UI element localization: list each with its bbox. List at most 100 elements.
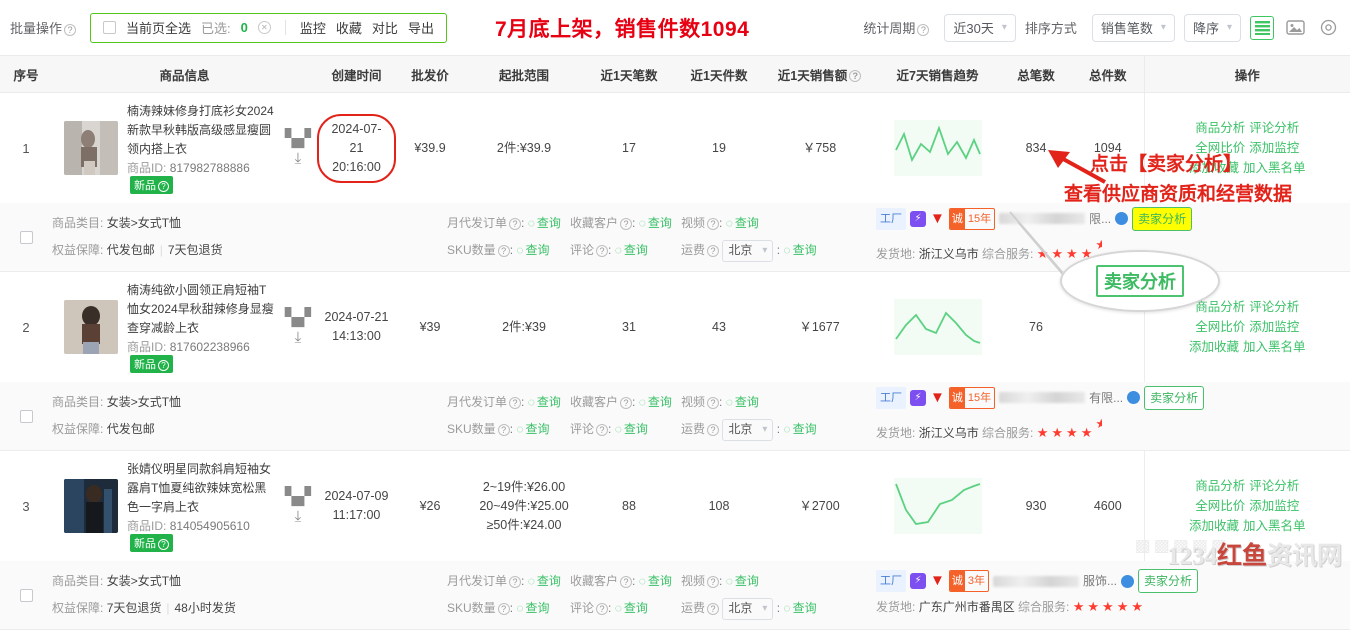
product-title[interactable]: 楠涛纯欲小圆领正肩短袖T恤女2024早秋甜辣修身显瘦查穿减龄上衣 bbox=[127, 281, 276, 338]
qr-download-group[interactable]: ▚▞ ⤓ bbox=[285, 488, 311, 525]
query-video[interactable]: ◌ 查询 bbox=[726, 395, 759, 409]
query-sku-count[interactable]: ◌ 查询 bbox=[516, 422, 549, 436]
col-total-orders: 总笔数 bbox=[1000, 55, 1072, 93]
download-icon[interactable]: ⤓ bbox=[285, 150, 311, 167]
help-icon[interactable]: ? bbox=[620, 217, 633, 230]
op-add-monitor[interactable]: 添加监控 bbox=[1249, 499, 1299, 513]
op-add-blacklist[interactable]: 加入黑名单 bbox=[1243, 161, 1306, 175]
op-comment-analysis[interactable]: 评论分析 bbox=[1249, 479, 1299, 493]
query-monthly-orders[interactable]: ◌ 查询 bbox=[528, 216, 561, 230]
help-icon[interactable]: ? bbox=[596, 244, 609, 257]
select-all-checkbox[interactable] bbox=[103, 21, 117, 34]
op-product-analysis[interactable]: 商品分析 bbox=[1195, 121, 1245, 135]
query-video[interactable]: ◌ 查询 bbox=[726, 574, 759, 588]
download-icon[interactable]: ⤓ bbox=[285, 329, 311, 346]
query-monthly-orders[interactable]: ◌ 查询 bbox=[528, 395, 561, 409]
help-icon[interactable]: ? bbox=[596, 602, 609, 615]
help-icon[interactable]: ? bbox=[620, 396, 633, 409]
freight-label: 运费 bbox=[681, 422, 706, 436]
op-add-monitor[interactable]: 添加监控 bbox=[1249, 320, 1299, 334]
query-freight[interactable]: ◌ 查询 bbox=[783, 243, 816, 257]
query-freight[interactable]: ◌ 查询 bbox=[783, 422, 816, 436]
help-icon[interactable]: ? bbox=[158, 539, 169, 550]
qr-code-icon[interactable]: ▚▞ bbox=[285, 308, 311, 327]
query-monthly-orders[interactable]: ◌ 查询 bbox=[528, 574, 561, 588]
compare-button[interactable]: 对比 bbox=[372, 18, 398, 37]
seller-analysis-button[interactable]: 卖家分析 bbox=[1138, 569, 1199, 593]
seller-analysis-button[interactable]: 卖家分析 bbox=[1144, 385, 1205, 410]
qr-download-group[interactable]: ▚▞ ⤓ bbox=[285, 130, 311, 167]
row-checkbox[interactable] bbox=[19, 230, 33, 244]
help-icon[interactable]: ? bbox=[509, 396, 522, 409]
help-icon[interactable]: ? bbox=[64, 23, 77, 36]
list-view-icon[interactable] bbox=[1250, 15, 1274, 40]
settings-icon[interactable] bbox=[1316, 16, 1340, 40]
help-icon[interactable]: ? bbox=[596, 423, 609, 436]
period-select[interactable]: 近30天 ▾ bbox=[944, 13, 1016, 42]
product-thumbnail[interactable] bbox=[64, 121, 118, 175]
qr-code-icon[interactable]: ▚▞ bbox=[285, 129, 311, 148]
op-price-compare[interactable]: 全网比价 bbox=[1195, 320, 1245, 334]
freight-city-select[interactable]: 北京 ▾ bbox=[722, 239, 774, 262]
col-wholesale-price: 批发价 bbox=[396, 55, 464, 93]
subrow-cell: 商品类目: 女装>女式T恤 权益保障: 代发包邮 月代发订单?: ◌ 查询 SKU… bbox=[0, 382, 1350, 451]
product-thumbnail[interactable] bbox=[64, 479, 118, 533]
help-icon[interactable]: ? bbox=[849, 70, 862, 83]
help-icon[interactable]: ? bbox=[917, 23, 930, 36]
query-freight[interactable]: ◌ 查询 bbox=[783, 601, 816, 615]
query-comments[interactable]: ◌ 查询 bbox=[615, 422, 648, 436]
sort-field-select[interactable]: 销售笔数 ▾ bbox=[1091, 13, 1175, 42]
help-icon[interactable]: ? bbox=[497, 244, 510, 257]
help-icon[interactable]: ? bbox=[707, 217, 720, 230]
query-fav-customers[interactable]: ◌ 查询 bbox=[639, 216, 672, 230]
op-add-blacklist[interactable]: 加入黑名单 bbox=[1243, 340, 1306, 354]
query-fav-customers[interactable]: ◌ 查询 bbox=[639, 395, 672, 409]
select-all-label[interactable]: 当前页全选 bbox=[126, 18, 191, 37]
image-view-icon[interactable] bbox=[1283, 16, 1307, 40]
seller-analysis-button[interactable]: 卖家分析 bbox=[1132, 206, 1193, 231]
query-video[interactable]: ◌ 查询 bbox=[726, 216, 759, 230]
callout-bubble: 卖家分析 bbox=[1060, 250, 1220, 312]
op-price-compare[interactable]: 全网比价 bbox=[1195, 499, 1245, 513]
product-id-line: 商品ID: 814054905610 新品? bbox=[127, 517, 276, 552]
help-icon[interactable]: ? bbox=[158, 360, 169, 371]
op-comment-analysis[interactable]: 评论分析 bbox=[1249, 300, 1299, 314]
help-icon[interactable]: ? bbox=[707, 244, 720, 257]
op-add-favorite[interactable]: 添加收藏 bbox=[1189, 340, 1239, 354]
help-icon[interactable]: ? bbox=[497, 602, 510, 615]
chevron-down-icon: ▾ bbox=[762, 424, 768, 436]
query-fav-customers[interactable]: ◌ 查询 bbox=[639, 574, 672, 588]
op-product-analysis[interactable]: 商品分析 bbox=[1195, 479, 1245, 493]
op-add-favorite[interactable]: 添加收藏 bbox=[1189, 519, 1239, 533]
help-icon[interactable]: ? bbox=[509, 217, 522, 230]
op-add-monitor[interactable]: 添加监控 bbox=[1249, 141, 1299, 155]
sort-order-select[interactable]: 降序 ▾ bbox=[1183, 13, 1241, 42]
product-thumbnail[interactable] bbox=[64, 300, 118, 354]
qr-download-group[interactable]: ▚▞ ⤓ bbox=[285, 309, 311, 346]
op-product-analysis[interactable]: 商品分析 bbox=[1195, 300, 1245, 314]
help-icon[interactable]: ? bbox=[158, 181, 169, 192]
query-comments[interactable]: ◌ 查询 bbox=[615, 243, 648, 257]
help-icon[interactable]: ? bbox=[707, 396, 720, 409]
clear-selection-icon[interactable]: ✕ bbox=[257, 21, 271, 34]
query-sku-count[interactable]: ◌ 查询 bbox=[516, 243, 549, 257]
query-comments[interactable]: ◌ 查询 bbox=[615, 601, 648, 615]
freight-city-select[interactable]: 北京 ▾ bbox=[722, 597, 774, 620]
row-checkbox[interactable] bbox=[19, 409, 33, 423]
qr-code-icon[interactable]: ▚▞ bbox=[285, 487, 311, 506]
op-add-blacklist[interactable]: 加入黑名单 bbox=[1243, 519, 1306, 533]
help-icon[interactable]: ? bbox=[497, 423, 510, 436]
op-comment-analysis[interactable]: 评论分析 bbox=[1249, 121, 1299, 135]
freight-city-select[interactable]: 北京 ▾ bbox=[722, 418, 774, 441]
product-title[interactable]: 楠涛辣妹修身打底衫女2024新款早秋韩版高级感显瘦圆领内搭上衣 bbox=[127, 102, 276, 159]
export-button[interactable]: 导出 bbox=[408, 18, 434, 37]
product-title[interactable]: 张婧仪明星同款斜肩短袖女露肩T恤夏纯欲辣妹宽松黑色一字肩上衣 bbox=[127, 460, 276, 517]
monitor-button[interactable]: 监控 bbox=[300, 18, 326, 37]
row-checkbox[interactable] bbox=[19, 588, 33, 602]
help-icon[interactable]: ? bbox=[707, 602, 720, 615]
query-sku-count[interactable]: ◌ 查询 bbox=[516, 601, 549, 615]
favorite-button[interactable]: 收藏 bbox=[336, 18, 362, 37]
download-icon[interactable]: ⤓ bbox=[285, 508, 311, 525]
help-icon[interactable]: ? bbox=[707, 423, 720, 436]
moq-range: 2件:¥39.9 bbox=[464, 92, 584, 203]
